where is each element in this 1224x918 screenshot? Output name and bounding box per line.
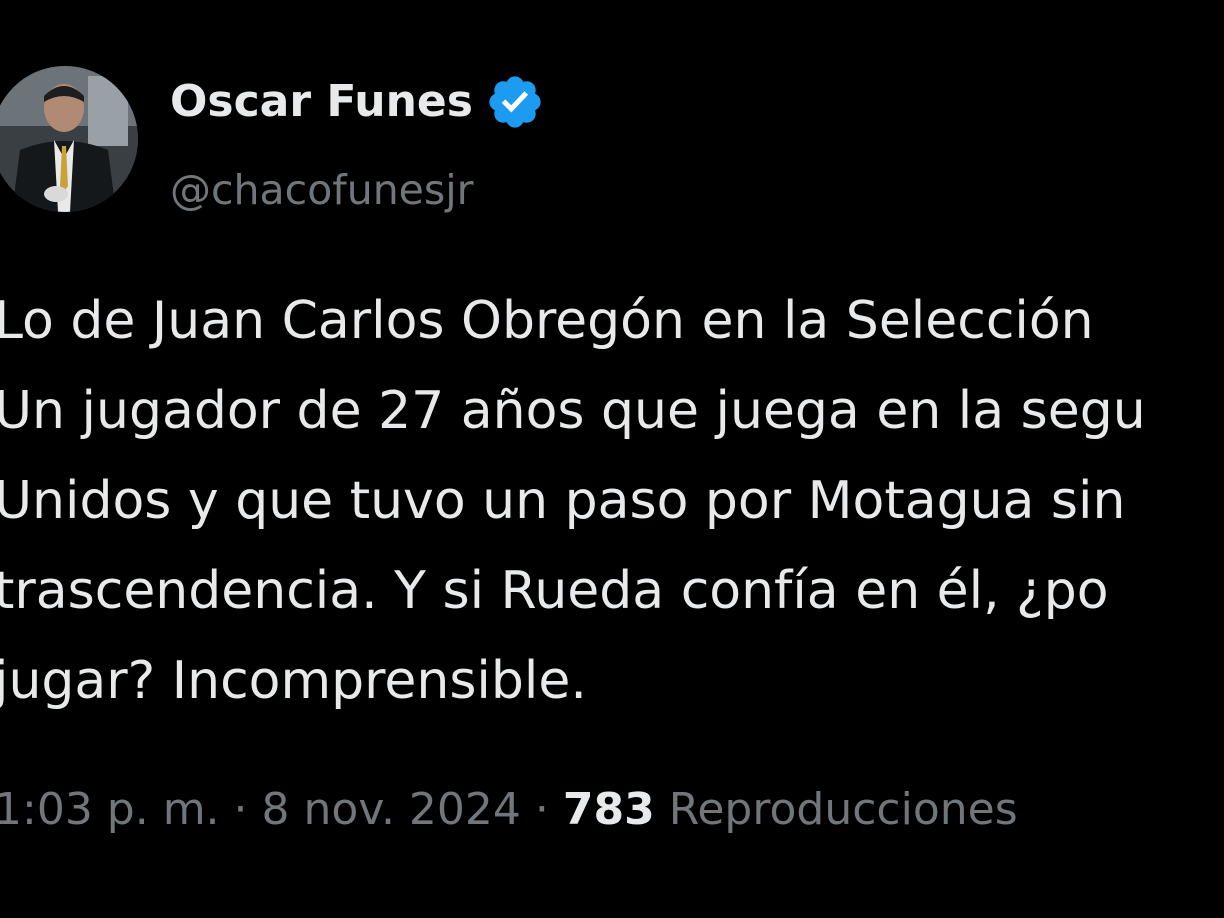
author-display-name[interactable]: Oscar Funes (170, 70, 473, 134)
meta-separator: · (233, 784, 248, 835)
author-avatar[interactable] (0, 66, 138, 212)
tweet-date[interactable]: 8 nov. 2024 (262, 784, 521, 835)
avatar-photo-icon (0, 66, 138, 212)
tweet-text-line: trascendencia. Y si Rueda confía en él, … (0, 561, 1109, 621)
tweet-text-line: Lo de Juan Carlos Obregón en la Selecció… (0, 291, 1094, 351)
tweet-card: Oscar Funes @chacofunesjr Lo de Juan Car… (0, 0, 1224, 918)
tweet-text-line: jugar? Incomprensible. (0, 651, 587, 711)
tweet-text-line: Un jugador de 27 años que juega en la se… (0, 381, 1146, 441)
tweet-text: Lo de Juan Carlos Obregón en la Selecció… (0, 276, 1224, 726)
tweet-header: Oscar Funes @chacofunesjr (170, 70, 545, 216)
meta-separator: · (534, 784, 549, 835)
tweet-time[interactable]: 1:03 p. m. (0, 784, 220, 835)
author-handle[interactable]: @chacofunesjr (170, 164, 545, 216)
views-count: 783 (562, 784, 655, 835)
views-label: Reproducciones (668, 784, 1018, 835)
tweet-meta: 1:03 p. m. · 8 nov. 2024 · 783 Reproducc… (0, 780, 1018, 840)
tweet-text-line: Unidos y que tuvo un paso por Motagua si… (0, 471, 1126, 531)
verified-badge-icon[interactable] (485, 72, 545, 132)
name-row: Oscar Funes (170, 70, 545, 134)
